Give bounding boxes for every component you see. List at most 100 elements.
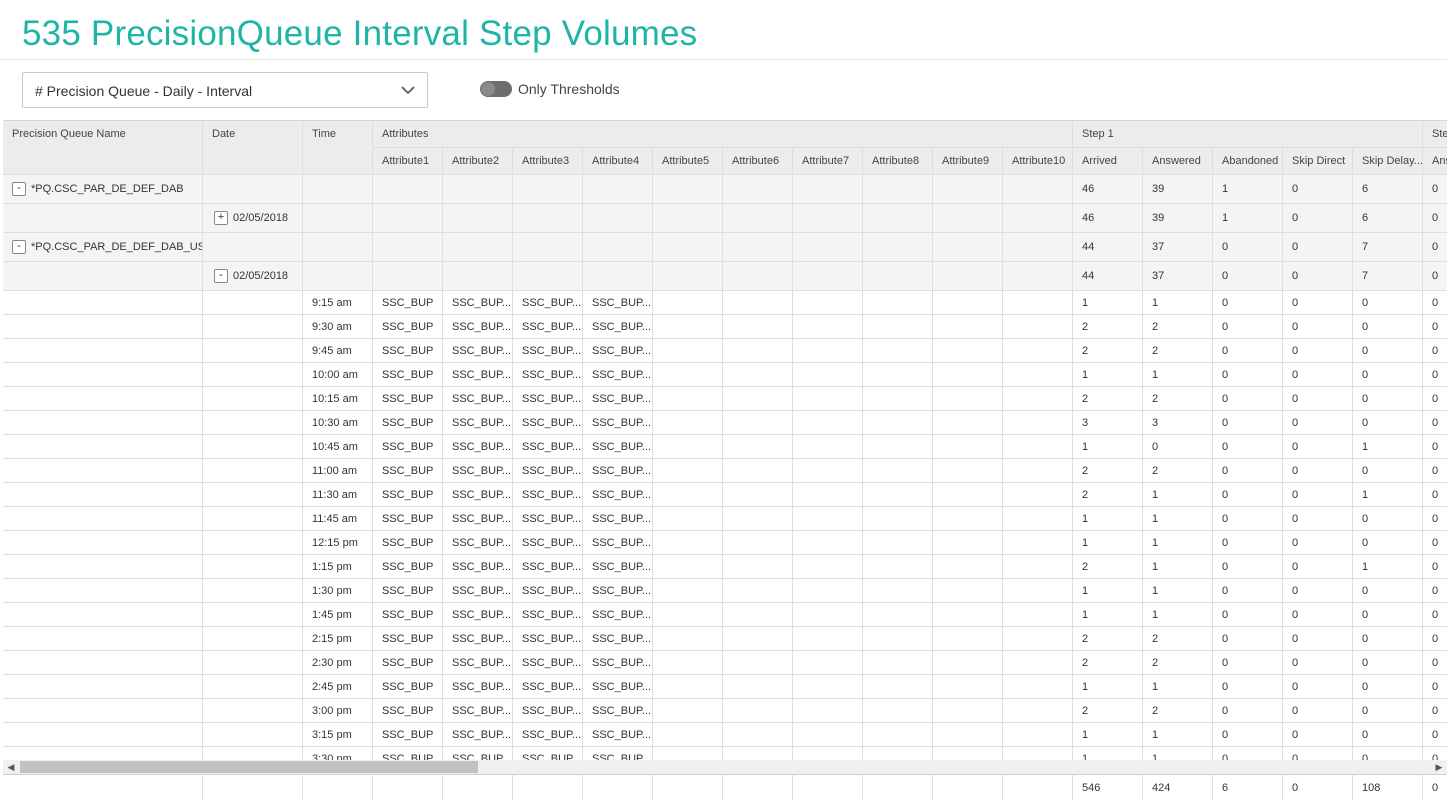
step-value-cell: 1: [1073, 723, 1143, 747]
attribute-cell: [1003, 627, 1073, 651]
collapse-icon[interactable]: -: [12, 182, 26, 197]
step-value-cell: 0: [1353, 363, 1423, 387]
step-value-cell: 1: [1073, 603, 1143, 627]
step-value-cell: 0: [1423, 723, 1447, 747]
step-value-cell: 0: [1423, 315, 1447, 339]
attribute-cell: SSC_BUP...: [583, 531, 653, 555]
expand-icon[interactable]: +: [214, 211, 228, 226]
attribute-cell: [933, 291, 1003, 315]
table-row-name: [3, 675, 203, 699]
attribute-cell: SSC_BUP...: [513, 579, 583, 603]
attribute-cell: [653, 579, 723, 603]
totals-empty-cell: [203, 775, 303, 800]
attribute-cell: [793, 233, 863, 262]
attribute-cell: SSC_BUP: [373, 315, 443, 339]
step-value-cell: 2: [1073, 459, 1143, 483]
step-value-cell: 7: [1353, 233, 1423, 262]
attribute-cell: SSC_BUP: [373, 483, 443, 507]
only-thresholds-toggle[interactable]: [480, 81, 512, 97]
scroll-right-icon[interactable]: ▶: [1433, 761, 1445, 773]
collapse-icon[interactable]: -: [12, 240, 26, 255]
step-value-cell: 0: [1283, 627, 1353, 651]
step-value-cell: 0: [1353, 315, 1423, 339]
table-row-date: [203, 699, 303, 723]
attribute-cell: [863, 603, 933, 627]
scrollbar-thumb[interactable]: [20, 761, 478, 773]
step-value-cell: 0: [1353, 411, 1423, 435]
attribute-cell: [1003, 262, 1073, 291]
attribute-cell: SSC_BUP...: [583, 291, 653, 315]
attribute-cell: [793, 651, 863, 675]
attribute-cell: [583, 204, 653, 233]
step-value-cell: 1: [1213, 175, 1283, 204]
step-value-cell: 44: [1073, 233, 1143, 262]
attribute-cell: [653, 175, 723, 204]
step-value-cell: 0: [1283, 603, 1353, 627]
attribute-cell: [863, 175, 933, 204]
attribute-cell: [793, 363, 863, 387]
table-row-date: [203, 723, 303, 747]
step-value-cell: 0: [1213, 339, 1283, 363]
attribute-cell: [1003, 603, 1073, 627]
time-cell: 3:00 pm: [303, 699, 373, 723]
subgroup-row-name: [3, 262, 203, 291]
attribute-cell: [723, 579, 793, 603]
attribute-cell: [793, 579, 863, 603]
attribute-cell: SSC_BUP...: [513, 339, 583, 363]
horizontal-scrollbar[interactable]: ◀ ▶: [3, 760, 1447, 774]
attribute-cell: SSC_BUP...: [583, 459, 653, 483]
collapse-icon[interactable]: -: [214, 269, 228, 284]
step-value-cell: 0: [1423, 435, 1447, 459]
attribute-cell: [443, 204, 513, 233]
group-row-name: - *PQ.CSC_PAR_DE_DEF_DAB_US1: [3, 233, 203, 262]
toggle-knob: [481, 82, 495, 96]
attribute-cell: SSC_BUP: [373, 387, 443, 411]
attribute-cell: SSC_BUP...: [443, 459, 513, 483]
table-row-name: [3, 291, 203, 315]
subgroup-row-date: +02/05/2018: [203, 204, 303, 233]
attribute-cell: SSC_BUP: [373, 651, 443, 675]
attribute-cell: [793, 435, 863, 459]
step-value-cell: 1: [1073, 675, 1143, 699]
step-value-cell: 2: [1143, 627, 1213, 651]
chevron-down-icon: [401, 86, 415, 95]
step-value-cell: 0: [1423, 483, 1447, 507]
attribute-cell: [653, 675, 723, 699]
view-select-dropdown[interactable]: # Precision Queue - Daily - Interval: [22, 72, 428, 108]
attribute-cell: SSC_BUP...: [443, 699, 513, 723]
scroll-left-icon[interactable]: ◀: [5, 761, 17, 773]
header-time: Time: [303, 121, 373, 175]
totals-empty-cell: [863, 775, 933, 800]
table-row-date: [203, 387, 303, 411]
attribute-cell: [793, 459, 863, 483]
attribute-cell: [863, 291, 933, 315]
step-value-cell: 0: [1423, 531, 1447, 555]
step-value-cell: 0: [1423, 651, 1447, 675]
date-text: 02/05/2018: [233, 212, 289, 224]
attribute-cell: [583, 233, 653, 262]
attribute-cell: [933, 603, 1003, 627]
view-select-value: # Precision Queue - Daily - Interval: [35, 83, 253, 99]
attribute-cell: [723, 363, 793, 387]
step-value-cell: 0: [1143, 435, 1213, 459]
data-grid: Precision Queue Name Date Time Attributes St…: [3, 120, 1447, 800]
step-value-cell: 2: [1143, 459, 1213, 483]
attribute-cell: [653, 699, 723, 723]
attribute-cell: [793, 387, 863, 411]
attribute-cell: [1003, 651, 1073, 675]
attribute-cell: [793, 555, 863, 579]
table-row-date: [203, 603, 303, 627]
step-value-cell: 0: [1353, 291, 1423, 315]
attribute-cell: [1003, 699, 1073, 723]
step-value-cell: 0: [1423, 339, 1447, 363]
attribute-cell: SSC_BUP: [373, 339, 443, 363]
attribute-cell: [723, 675, 793, 699]
time-cell: 10:45 am: [303, 435, 373, 459]
attribute-cell: [1003, 507, 1073, 531]
step-value-cell: 1: [1073, 363, 1143, 387]
attribute-cell: [723, 291, 793, 315]
attribute-cell: [653, 435, 723, 459]
attribute-cell: SSC_BUP: [373, 699, 443, 723]
attribute-cell: [863, 363, 933, 387]
step-value-cell: 1: [1143, 531, 1213, 555]
